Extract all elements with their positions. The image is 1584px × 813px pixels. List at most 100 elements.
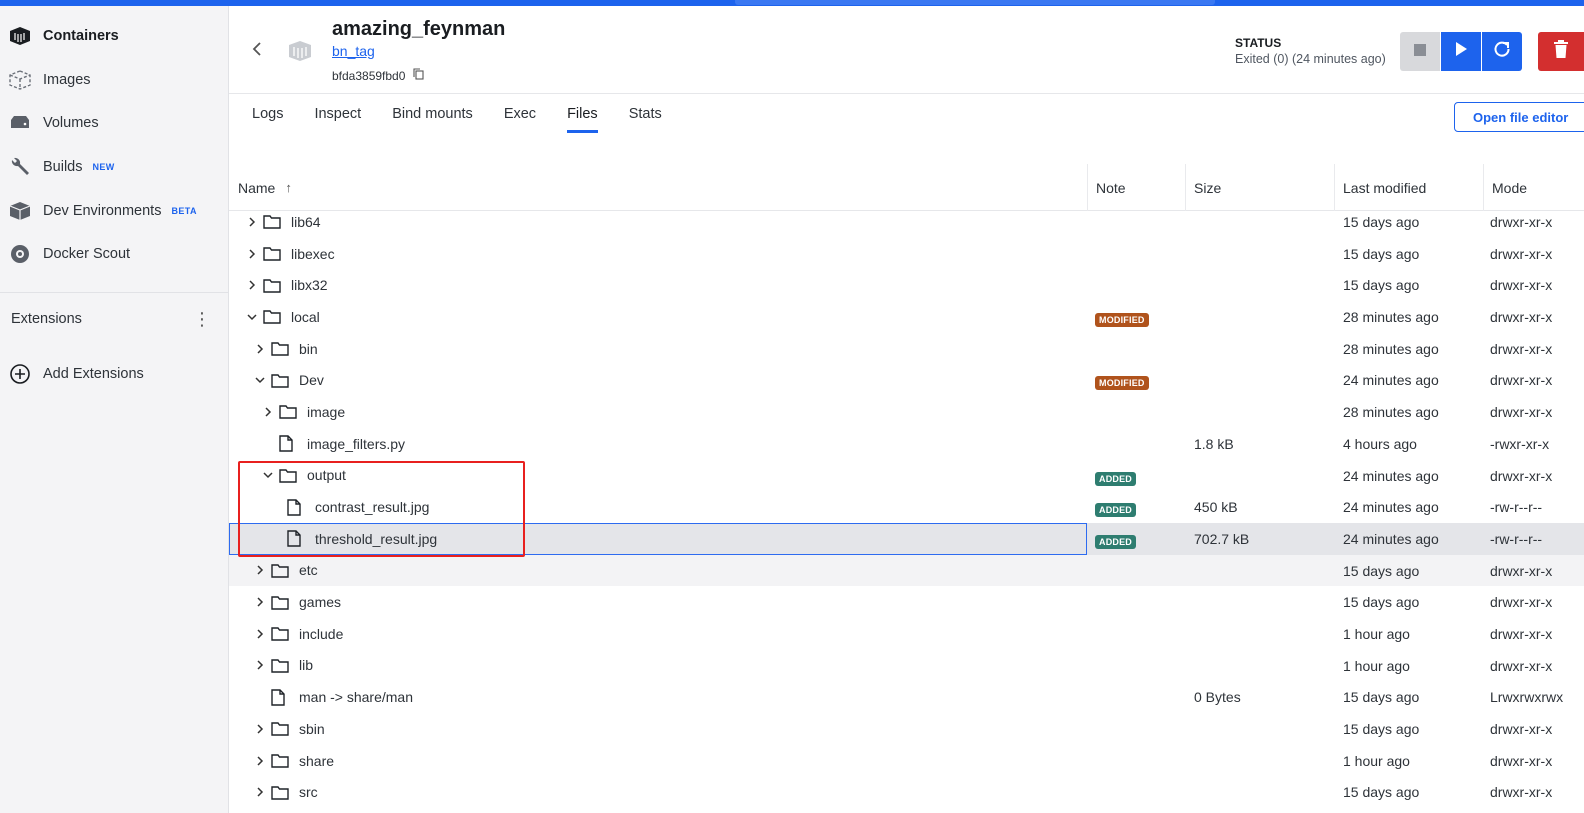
sidebar-item-dev-environments[interactable]: Dev Environments BETA [0,191,229,231]
tab-stats[interactable]: Stats [629,106,662,133]
file-name: image_filters.py [307,435,406,452]
last-modified-cell: 4 hours ago [1343,435,1417,452]
more-options-icon[interactable]: ⋮ [193,310,211,328]
name-cell: bin [254,333,318,365]
note-cell: ADDED [1095,469,1137,486]
sidebar-item-images[interactable]: Images [0,60,229,100]
table-row[interactable]: local MODIFIED 28 minutes ago drwxr-xr-x [229,301,1584,333]
chevron-right-icon[interactable] [246,249,258,259]
sidebar-item-volumes[interactable]: Volumes [0,103,229,143]
restart-button[interactable] [1482,32,1522,71]
table-row[interactable]: libexec 15 days ago drwxr-xr-x [229,238,1584,270]
restart-icon [1493,40,1511,63]
copy-icon[interactable] [413,68,424,83]
mode-cell: drwxr-xr-x [1490,625,1553,642]
last-modified-cell: 15 days ago [1343,214,1420,230]
chevron-right-icon[interactable] [254,565,266,575]
table-row[interactable]: threshold_result.jpg ADDED 702.7 kB 24 minu… [229,522,1584,555]
new-badge: NEW [92,162,115,172]
sidebar-item-label: Containers [43,28,119,44]
table-row[interactable]: games 15 days ago drwxr-xr-x [229,586,1584,618]
chevron-right-icon[interactable] [262,407,274,417]
sidebar-item-label: Images [43,72,91,88]
mode-cell: drwxr-xr-x [1490,214,1553,230]
sidebar-item-containers[interactable]: Containers [0,16,229,56]
tab-exec[interactable]: Exec [504,106,536,133]
chevron-right-icon[interactable] [254,787,266,797]
folder-icon [271,341,291,356]
chevron-right-icon[interactable] [254,756,266,766]
chevron-right-icon[interactable] [254,660,266,670]
table-row[interactable]: share 1 hour ago drwxr-xr-x [229,745,1584,777]
chevron-right-icon[interactable] [254,629,266,639]
column-header-note[interactable]: Note [1087,164,1126,211]
table-row[interactable]: Dev MODIFIED 24 minutes ago drwxr-xr-x [229,364,1584,396]
trash-icon [1554,40,1568,63]
sidebar-item-docker-scout[interactable]: Docker Scout [0,234,229,274]
chevron-down-icon[interactable] [246,313,258,321]
last-modified-cell: 24 minutes ago [1343,372,1439,389]
chevron-right-icon[interactable] [254,597,266,607]
file-name: lib [299,657,314,674]
tab-bar: Logs Inspect Bind mounts Exec Files Stat… [252,106,693,133]
stop-button[interactable] [1400,32,1440,71]
search-bar-edge[interactable] [735,0,1215,5]
file-name: sbin [299,720,325,737]
sidebar: Containers Images Volumes Builds NEW Dev… [0,6,229,813]
add-circle-icon [8,362,32,386]
file-name: libexec [291,245,335,262]
add-extensions-button[interactable]: Add Extensions [0,354,229,394]
name-cell: libexec [246,238,335,270]
table-row[interactable]: src 15 days ago drwxr-xr-x [229,776,1584,808]
name-cell: threshold_result.jpg [270,523,437,555]
table-row[interactable]: lib 1 hour ago drwxr-xr-x [229,650,1584,682]
chevron-right-icon[interactable] [254,724,266,734]
chevron-down-icon[interactable] [262,471,274,479]
column-header-name[interactable]: Name ↑ [238,164,292,211]
column-header-mode[interactable]: Mode [1483,164,1527,211]
mode-cell: drwxr-xr-x [1490,277,1553,294]
delete-button[interactable] [1538,32,1584,71]
file-name: etc [299,562,318,579]
back-arrow-icon[interactable] [251,40,263,63]
folder-icon [271,563,291,578]
table-row[interactable]: libx32 15 days ago drwxr-xr-x [229,269,1584,301]
table-row[interactable]: include 1 hour ago drwxr-xr-x [229,618,1584,650]
sidebar-item-builds[interactable]: Builds NEW [0,147,229,187]
table-row[interactable]: output ADDED 24 minutes ago drwxr-xr-x [229,460,1584,492]
table-row[interactable]: lib64 15 days ago drwxr-xr-x [229,206,1584,238]
table-row[interactable]: image 28 minutes ago drwxr-xr-x [229,396,1584,428]
container-id: bfda3859fbd0 [332,68,406,83]
chevron-right-icon[interactable] [254,344,266,354]
tab-logs[interactable]: Logs [252,106,283,133]
table-row[interactable]: man -> share/man 0 Bytes 15 days ago Lrwxrw… [229,681,1584,713]
open-file-editor-button[interactable]: Open file editor [1454,102,1584,132]
tab-files[interactable]: Files [567,106,598,133]
chevron-right-icon[interactable] [246,280,258,290]
table-row[interactable]: image_filters.py 1.8 kB 4 hours ago -rwxr-x… [229,428,1584,460]
table-row[interactable]: bin 28 minutes ago drwxr-xr-x [229,333,1584,365]
last-modified-cell: 24 minutes ago [1343,467,1439,484]
beta-badge: BETA [171,206,197,216]
table-row[interactable]: sbin 15 days ago drwxr-xr-x [229,713,1584,745]
tab-inspect[interactable]: Inspect [314,106,361,133]
chevron-down-icon[interactable] [254,376,266,384]
file-name: share [299,752,335,769]
name-cell: output [262,460,346,492]
table-row[interactable]: contrast_result.jpg ADDED 450 kB 24 minutes… [229,491,1584,523]
image-tag-link[interactable]: bn_tag [332,43,375,59]
column-header-last-modified[interactable]: Last modified [1334,164,1426,211]
last-modified-cell: 15 days ago [1343,721,1420,737]
table-row[interactable]: etc 15 days ago drwxr-xr-x [229,554,1584,587]
chevron-right-icon[interactable] [246,217,258,227]
tab-bind-mounts[interactable]: Bind mounts [392,106,473,133]
name-cell: contrast_result.jpg [270,491,429,523]
size-cell: 1.8 kB [1194,435,1234,452]
last-modified-cell: 1 hour ago [1343,625,1410,642]
mode-cell: Lrwxrwxrwx [1490,689,1564,706]
note-cell: ADDED [1095,500,1137,518]
column-header-size[interactable]: Size [1185,164,1221,211]
folder-icon [271,658,291,673]
start-button[interactable] [1441,32,1481,71]
name-cell: libx32 [246,269,328,301]
